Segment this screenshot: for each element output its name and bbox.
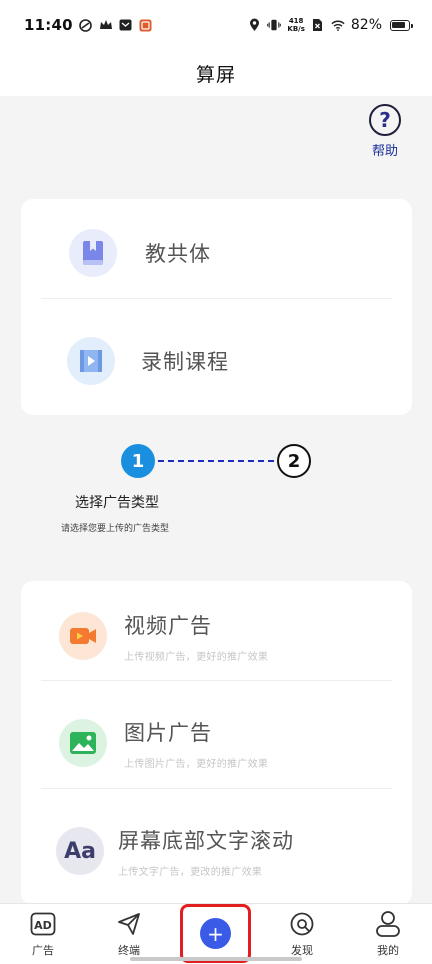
- vibrate-icon: [267, 18, 282, 32]
- ad-type-image[interactable]: 图片广告 上传图片广告，更好的推广效果: [21, 718, 412, 770]
- ad-type-card: 视频广告 上传视频广告，更好的推广效果 图片广告 上传图片广告，更好的推广效果 …: [21, 581, 412, 905]
- ad-type-text-scroll[interactable]: Aa 屏幕底部文字滚动 上传文字广告，更改的推广效果: [21, 826, 412, 878]
- battery-icon: [390, 19, 413, 31]
- add-icon: +: [200, 918, 231, 949]
- battery-percent: 82%: [350, 17, 382, 33]
- nav-label: 终端: [118, 944, 140, 957]
- ad-type-title: 图片广告: [124, 720, 212, 745]
- title-bar: 算屏: [0, 50, 432, 96]
- divider: [41, 680, 392, 681]
- nav-label: 我的: [377, 944, 399, 957]
- user-icon: [374, 910, 402, 938]
- nav-ad[interactable]: AD 广告: [13, 910, 73, 962]
- ad-type-title: 屏幕底部文字滚动: [118, 828, 294, 853]
- nav-label: 广告: [32, 944, 54, 957]
- video-camera-icon: [59, 612, 107, 660]
- help-label: 帮助: [371, 144, 398, 159]
- step-label: 选择广告类型: [75, 495, 159, 511]
- crown-icon: [99, 18, 113, 32]
- ad-type-subtitle: 上传图片广告，更好的推广效果: [124, 758, 269, 770]
- ad-type-title: 视频广告: [124, 613, 212, 638]
- video-file-icon: [67, 337, 115, 385]
- nav-label: 发现: [291, 944, 313, 957]
- status-bar: 11:40 418 KB/s 82%: [0, 0, 432, 50]
- wifi-icon: [331, 18, 345, 32]
- net-speed: 418 KB/s: [287, 17, 304, 33]
- help-button[interactable]: ? 帮助: [364, 104, 406, 162]
- sync-icon: [79, 18, 93, 32]
- net-speed-value: 418: [288, 17, 304, 25]
- add-button[interactable]: +: [180, 904, 251, 963]
- status-time: 11:40: [24, 16, 73, 34]
- send-icon: [115, 910, 143, 938]
- ad-type-subtitle: 上传文字广告，更改的推广效果: [118, 866, 263, 878]
- ad-type-subtitle: 上传视频广告，更好的推广效果: [124, 651, 269, 663]
- discover-icon: [288, 910, 316, 938]
- bottom-nav: AD 广告 终端 + 发现 我的: [0, 903, 432, 964]
- nav-discover[interactable]: 发现: [272, 910, 332, 962]
- divider: [41, 298, 392, 299]
- location-icon: [247, 18, 261, 32]
- no-sim-icon: [311, 18, 325, 32]
- mail-icon: [119, 18, 133, 32]
- book-icon: [69, 229, 117, 277]
- help-glyph: ?: [379, 108, 391, 132]
- menu-item-label: 录制课程: [141, 350, 229, 374]
- step-1-badge: 1: [121, 444, 155, 478]
- text-aa-icon: Aa: [56, 827, 104, 875]
- app-badge-icon: [139, 18, 153, 32]
- menu-item-label: 教共体: [145, 242, 211, 266]
- step-connector: [158, 460, 274, 462]
- svg-text:AD: AD: [34, 919, 52, 932]
- ad-type-video[interactable]: 视频广告 上传视频广告，更好的推广效果: [21, 611, 412, 663]
- help-icon: ?: [369, 104, 401, 136]
- step-description: 请选择您要上传的广告类型: [61, 524, 170, 534]
- ad-icon: AD: [29, 910, 57, 938]
- add-glyph: +: [207, 921, 224, 946]
- home-indicator: [130, 957, 302, 961]
- net-speed-unit: KB/s: [287, 25, 305, 33]
- image-icon: [59, 719, 107, 767]
- nav-terminal[interactable]: 终端: [99, 910, 159, 962]
- menu-item-jiaogongti[interactable]: 教共体: [21, 227, 412, 279]
- page-title: 算屏: [195, 63, 236, 86]
- step-2-badge: 2: [277, 444, 311, 478]
- divider: [41, 788, 392, 789]
- step-indicator: 1 2 选择广告类型 请选择您要上传的广告类型: [0, 440, 432, 550]
- nav-mine[interactable]: 我的: [358, 910, 418, 962]
- menu-item-record-course[interactable]: 录制课程: [21, 335, 412, 387]
- quick-entry-card: 教共体 录制课程: [21, 199, 412, 415]
